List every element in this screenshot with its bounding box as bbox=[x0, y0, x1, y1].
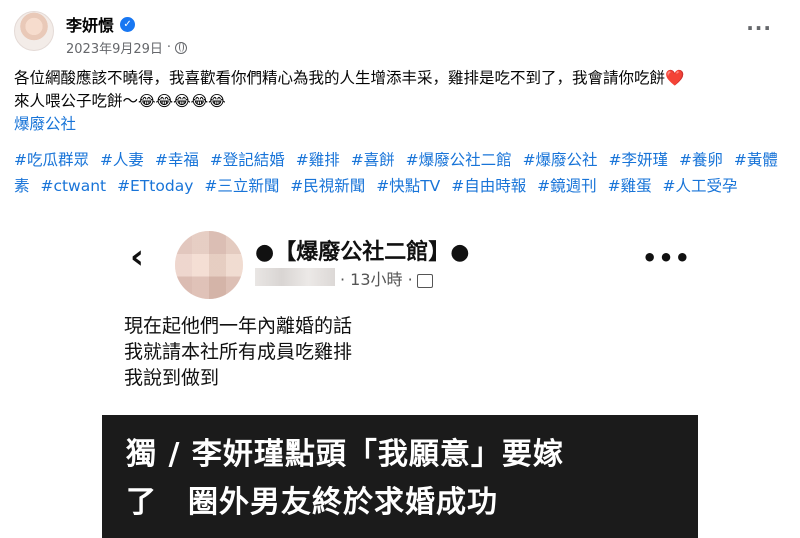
hashtag[interactable]: #ETtoday bbox=[117, 177, 193, 195]
hashtag[interactable]: #吃瓜群眾 bbox=[14, 151, 89, 169]
hashtag[interactable]: #快點TV bbox=[376, 177, 440, 195]
hashtag[interactable]: #李妍瑾 bbox=[609, 151, 669, 169]
facebook-post: 李妍憬 ✓ 2023年9月29日 · ··· 各位網酸應該不曉得，我喜歡看你們精… bbox=[0, 0, 800, 538]
group-title: ●【爆廢公社二館】● bbox=[255, 240, 470, 265]
back-chevron-icon: ‹ bbox=[130, 237, 145, 277]
post-line-2-text: 來人喂公子吃餅～ bbox=[14, 92, 139, 110]
author-row: 李妍憬 ✓ bbox=[66, 12, 136, 36]
author-avatar[interactable] bbox=[14, 11, 54, 51]
screenshot-text-line: 我說到做到 bbox=[124, 367, 220, 389]
globe-icon[interactable] bbox=[175, 41, 188, 54]
photo-icon bbox=[416, 273, 433, 288]
headline-text: 獨 / 李妍瑾點頭「我願意」要嫁 了 圈外男友終於求婚成功 bbox=[126, 431, 686, 527]
screenshot-meta: · 13小時 · bbox=[340, 266, 433, 290]
hashtag[interactable]: #雞蛋 bbox=[608, 177, 652, 195]
hashtag-list: #吃瓜群眾 #人妻 #幸福 #登記結婚 #雞排 #喜餅 #爆廢公社二館 #爆廢公… bbox=[14, 147, 789, 199]
hashtag[interactable]: #人妻 bbox=[100, 151, 144, 169]
post-link[interactable]: 爆廢公社 bbox=[14, 113, 789, 136]
attached-screenshot-image[interactable]: ‹ ●【爆廢公社二館】● · 13小時 · ••• 現在起他們一年內離婚的話 我… bbox=[0, 210, 800, 538]
hashtag[interactable]: #鏡週刊 bbox=[537, 177, 597, 195]
hashtag[interactable]: #雞排 bbox=[296, 151, 340, 169]
hashtag[interactable]: #ctwant bbox=[40, 177, 106, 195]
screenshot-more-icon: ••• bbox=[642, 244, 692, 272]
post-body: 各位網酸應該不曉得，我喜歡看你們精心為我的人生增添丰采，雞排是吃不到了，我會請你… bbox=[14, 67, 789, 136]
news-headline-banner: 獨 / 李妍瑾點頭「我願意」要嫁 了 圈外男友終於求婚成功 bbox=[102, 415, 698, 538]
hashtag[interactable]: #人工受孕 bbox=[663, 177, 738, 195]
hashtag[interactable]: #幸福 bbox=[155, 151, 199, 169]
post-line-1: 各位網酸應該不曉得，我喜歡看你們精心為我的人生增添丰采，雞排是吃不到了，我會請你… bbox=[14, 67, 789, 90]
post-meta: 2023年9月29日 · bbox=[66, 38, 188, 57]
hashtag[interactable]: #爆廢公社二館 bbox=[406, 151, 512, 169]
screenshot-text-line: 我就請本社所有成員吃雞排 bbox=[124, 341, 353, 363]
screenshot-time: · 13小時 · bbox=[340, 270, 413, 289]
screenshot-post-text: 現在起他們一年內離婚的話 我就請本社所有成員吃雞排 我說到做到 bbox=[124, 313, 352, 391]
hashtag[interactable]: #自由時報 bbox=[451, 177, 526, 195]
pixelated-avatar bbox=[175, 231, 243, 299]
screenshot-text-line: 現在起他們一年內離婚的話 bbox=[124, 315, 353, 337]
hashtag[interactable]: #民視新聞 bbox=[290, 177, 365, 195]
heart-emoji-icon: ❤️ bbox=[665, 69, 685, 87]
blurred-username bbox=[255, 268, 335, 286]
headline-line-1: 獨 / 李妍瑾點頭「我願意」要嫁 bbox=[126, 437, 564, 472]
author-name[interactable]: 李妍憬 bbox=[66, 12, 114, 36]
verified-badge-icon: ✓ bbox=[120, 16, 136, 32]
more-options-icon[interactable]: ··· bbox=[746, 18, 772, 38]
laughing-emoji-icon: 😂😂😂😂😂 bbox=[138, 92, 226, 110]
hashtag[interactable]: #喜餅 bbox=[351, 151, 395, 169]
post-line-2: 來人喂公子吃餅～😂😂😂😂😂 bbox=[14, 90, 789, 113]
hashtag[interactable]: #登記結婚 bbox=[210, 151, 285, 169]
headline-line-2: 了 圈外男友終於求婚成功 bbox=[126, 485, 498, 520]
post-date[interactable]: 2023年9月29日 bbox=[66, 38, 163, 57]
hashtag[interactable]: #養卵 bbox=[679, 151, 723, 169]
meta-separator: · bbox=[166, 40, 172, 55]
hashtag[interactable]: #三立新聞 bbox=[204, 177, 279, 195]
hashtag[interactable]: #爆廢公社 bbox=[523, 151, 598, 169]
post-line-1-text: 各位網酸應該不曉得，我喜歡看你們精心為我的人生增添丰采，雞排是吃不到了，我會請你… bbox=[14, 69, 666, 87]
